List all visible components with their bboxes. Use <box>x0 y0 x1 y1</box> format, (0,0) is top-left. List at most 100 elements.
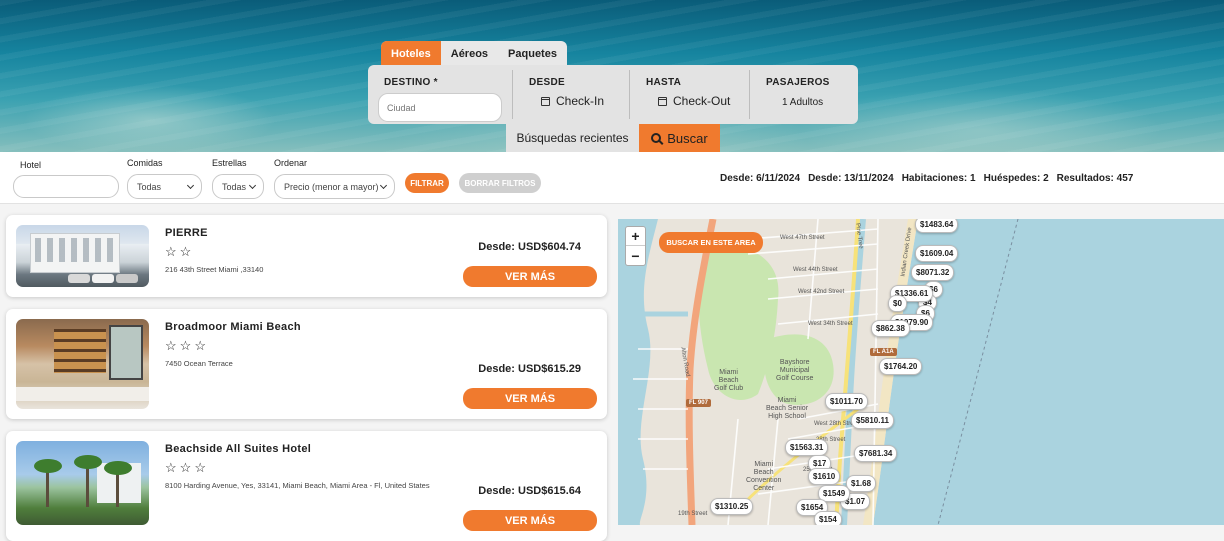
recent-searches-button[interactable]: Búsquedas recientes <box>506 124 639 152</box>
zoom-out-button[interactable]: − <box>626 246 645 265</box>
ver-mas-button[interactable]: VER MÁS <box>463 266 597 287</box>
star-rating: ☆ ☆ <box>165 245 191 258</box>
price-pin[interactable]: $1310.25 <box>710 498 754 515</box>
hotel-price: Desde: USD$615.64 <box>478 485 581 497</box>
price-pin[interactable]: $1483.64 <box>915 219 959 233</box>
map-label-bayshore: Bayshore Municipal Golf Course <box>776 359 814 383</box>
road-label-w42: West 42nd Street <box>798 289 845 295</box>
price-pin[interactable]: $1011.70 <box>825 393 868 410</box>
summary-habitaciones: Habitaciones: 1 <box>901 173 976 184</box>
desde-field[interactable]: DESDE Check-In <box>513 70 630 119</box>
star-rating: ☆ ☆ ☆ <box>165 461 206 474</box>
star-icon: ☆ <box>194 460 206 475</box>
tab-aereos[interactable]: Aéreos <box>441 41 498 67</box>
route-shield-fl907: FL 907 <box>686 399 711 407</box>
search-icon <box>651 133 662 143</box>
summary-desde: Desde: 6/11/2024 <box>720 173 801 184</box>
star-icon: ☆ <box>165 338 177 353</box>
price-pin[interactable]: $862.38 <box>871 320 910 337</box>
pasajeros-value: 1 Adultos <box>782 97 824 108</box>
destino-field: DESTINO * <box>368 70 513 122</box>
destino-input[interactable] <box>378 93 502 122</box>
price-pin[interactable]: $1764.20 <box>879 358 923 375</box>
star-icon: ☆ <box>179 244 192 259</box>
star-icon: ☆ <box>179 338 192 353</box>
price-pin[interactable]: $0 <box>888 295 907 312</box>
price-pin[interactable]: $1610 <box>808 468 841 485</box>
ver-mas-button[interactable]: VER MÁS <box>463 510 597 531</box>
hotel-name[interactable]: Beachside All Suites Hotel <box>165 443 311 455</box>
star-icon: ☆ <box>179 460 192 475</box>
chevron-down-icon <box>248 181 257 190</box>
star-icon: ☆ <box>194 338 206 353</box>
price-pin[interactable]: $5810.11 <box>851 412 894 429</box>
price-pin[interactable]: $154 <box>814 511 842 525</box>
search-button[interactable]: Buscar <box>639 124 720 152</box>
hotel-photo[interactable] <box>16 225 149 287</box>
comidas-select[interactable]: Todas <box>127 174 202 199</box>
ordenar-select[interactable]: Precio (menor a mayor) <box>274 174 395 199</box>
tab-paquetes[interactable]: Paquetes <box>498 41 567 67</box>
hotel-address: 7450 Ocean Terrace <box>165 359 233 368</box>
hotel-name[interactable]: Broadmoor Miami Beach <box>165 321 301 333</box>
comidas-label: Comidas <box>127 158 163 168</box>
tab-hoteles[interactable]: Hoteles <box>381 41 441 67</box>
pasajeros-label: PASAJEROS <box>766 77 830 88</box>
calendar-icon <box>658 96 667 106</box>
hotel-card: Broadmoor Miami Beach ☆ ☆ ☆ 7450 Ocean T… <box>6 309 607 419</box>
zoom-in-button[interactable]: + <box>626 227 645 246</box>
road-label-w44: West 44th Street <box>793 267 838 273</box>
ordenar-label: Ordenar <box>274 158 308 168</box>
search-panel: DESTINO * DESDE Check-In HASTA Check-Out… <box>368 65 858 124</box>
estrellas-label: Estrellas <box>212 158 247 168</box>
map-label-golf-club: Miami Beach Golf Club <box>714 369 744 393</box>
checkin-value: Check-In <box>556 94 605 108</box>
summary-huespedes: Huéspedes: 2 <box>983 173 1049 184</box>
map-label-convention: Miami Beach Convention Center <box>746 461 782 493</box>
map-label-senior-high: Miami Beach Senior High School <box>766 397 809 421</box>
results-map[interactable]: + − BUSCAR EN ESTE AREA Miami Beach Golf… <box>618 219 1224 525</box>
road-label-w47: West 47th Street <box>780 235 825 241</box>
hotel-filter-label: Hotel <box>20 160 42 170</box>
price-pin[interactable]: $1.68 <box>846 475 877 492</box>
estrellas-value: Todas <box>222 181 247 192</box>
hotel-name[interactable]: PIERRE <box>165 227 208 239</box>
hotel-price: Desde: USD$604.74 <box>478 241 581 253</box>
hasta-field[interactable]: HASTA Check-Out <box>630 70 750 119</box>
hotel-price: Desde: USD$615.29 <box>478 363 581 375</box>
star-icon: ☆ <box>165 460 177 475</box>
chevron-down-icon <box>379 181 388 190</box>
hotel-address: 216 43th Street Miami ,33140 <box>165 265 264 274</box>
hotel-filter-input[interactable] <box>13 175 119 198</box>
desde-label: DESDE <box>529 77 565 88</box>
search-summary: Desde: 6/11/2024 Desde: 13/11/2024 Habit… <box>720 173 1133 184</box>
destino-label: DESTINO * <box>384 77 438 88</box>
hotel-photo[interactable] <box>16 319 149 409</box>
chevron-down-icon <box>186 181 195 190</box>
filtrar-button[interactable]: FILTRAR <box>405 173 449 193</box>
summary-hasta: Desde: 13/11/2024 <box>808 173 894 184</box>
road-label-19th: 19th Street <box>678 511 708 517</box>
calendar-icon <box>541 96 550 106</box>
hotel-address: 8100 Harding Avenue, Yes, 33141, Miami B… <box>165 481 430 490</box>
filter-bar: Hotel Comidas Todas Estrellas Todas Orde… <box>0 152 1224 204</box>
search-this-area-button[interactable]: BUSCAR EN ESTE AREA <box>659 232 763 253</box>
hotel-card: PIERRE ☆ ☆ 216 43th Street Miami ,33140 … <box>6 215 607 297</box>
ver-mas-button[interactable]: VER MÁS <box>463 388 597 409</box>
star-rating: ☆ ☆ ☆ <box>165 339 206 352</box>
search-tabs: Hoteles Aéreos Paquetes <box>381 41 567 67</box>
summary-resultados: Resultados: 457 <box>1056 173 1134 184</box>
pasajeros-field[interactable]: PASAJEROS 1 Adultos <box>750 70 858 119</box>
search-button-label: Buscar <box>667 130 708 146</box>
price-pin[interactable]: $7681.34 <box>854 445 898 462</box>
price-pin[interactable]: $1609.04 <box>915 245 959 262</box>
hasta-label: HASTA <box>646 77 682 88</box>
hotel-photo[interactable] <box>16 441 149 525</box>
price-pin[interactable]: $1563.31 <box>785 439 829 456</box>
star-icon: ☆ <box>165 244 177 259</box>
checkout-value: Check-Out <box>673 94 731 108</box>
borrar-filtros-button[interactable]: BORRAR FILTROS <box>459 173 541 193</box>
comidas-value: Todas <box>137 181 162 192</box>
estrellas-select[interactable]: Todas <box>212 174 264 199</box>
price-pin[interactable]: $8071.32 <box>911 264 955 281</box>
